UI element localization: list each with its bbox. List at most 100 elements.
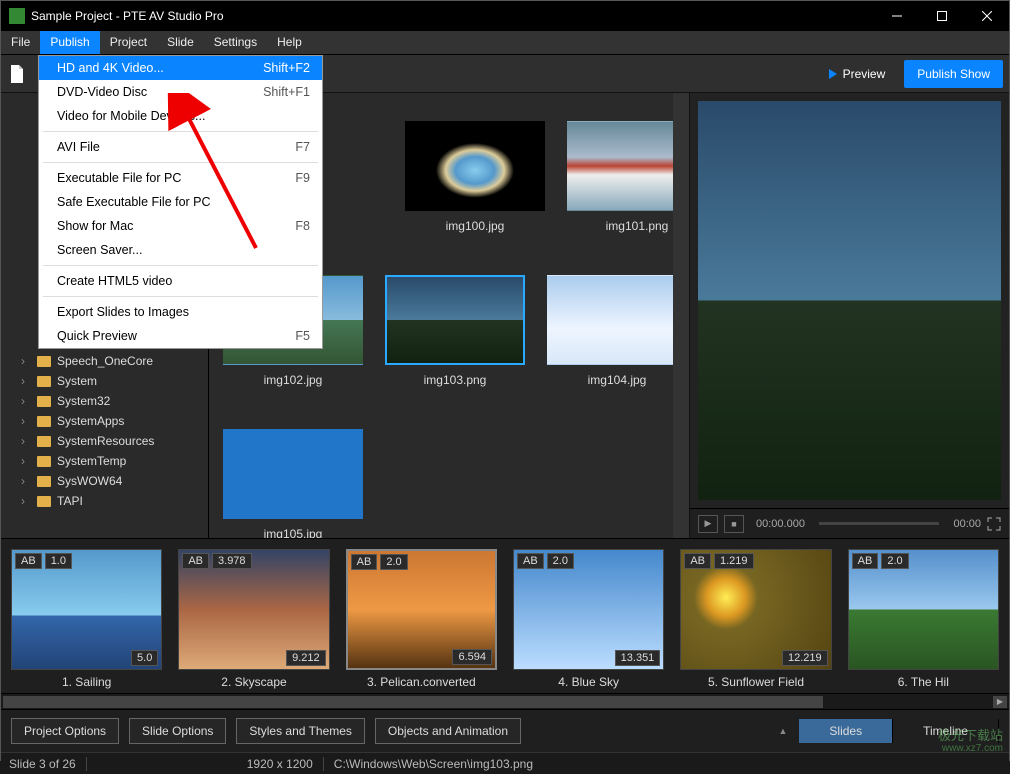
slide-card[interactable]: AB1.0 5.0 1. Sailing	[11, 549, 162, 689]
styles-themes-button[interactable]: Styles and Themes	[236, 718, 365, 744]
in-time-badge: 2.0	[547, 553, 574, 569]
menu-file[interactable]: File	[1, 31, 40, 54]
file-label: img103.png	[385, 373, 525, 387]
menu-slide[interactable]: Slide	[157, 31, 204, 54]
transition-badge: AB	[684, 553, 711, 569]
current-time: 00:00.000	[756, 518, 805, 530]
slide-caption: 3. Pelican.converted	[346, 675, 497, 689]
tab-slides[interactable]: Slides	[799, 719, 893, 743]
stop-button[interactable]: ■	[724, 515, 744, 533]
close-button[interactable]	[964, 1, 1009, 31]
transition-badge: AB	[517, 553, 544, 569]
project-options-button[interactable]: Project Options	[11, 718, 119, 744]
tree-item[interactable]: ›SysWOW64	[1, 471, 208, 491]
in-time-badge: 2.0	[881, 553, 908, 569]
tree-item[interactable]: ›SystemTemp	[1, 451, 208, 471]
play-button[interactable]: ▶	[698, 515, 718, 533]
menu-item[interactable]: DVD-Video DiscShift+F1	[39, 80, 322, 104]
menu-item[interactable]: Video for Mobile Devices...	[39, 104, 322, 128]
slide-caption: 1. Sailing	[11, 675, 162, 689]
transition-badge: AB	[15, 553, 42, 569]
slide-strip[interactable]: AB1.05.01. SailingAB3.9789.2122. Skyscap…	[1, 538, 1009, 693]
play-icon	[829, 69, 837, 79]
slide-strip-scrollbar[interactable]: ▶	[1, 693, 1009, 709]
maximize-button[interactable]	[919, 1, 964, 31]
menu-bar: FilePublishProjectSlideSettingsHelp	[1, 31, 1009, 55]
file-thumb[interactable]: img100.jpg	[405, 121, 545, 233]
duration-time: 00:00	[953, 518, 981, 530]
new-document-icon[interactable]	[7, 62, 27, 86]
status-slide-count: Slide 3 of 26	[9, 757, 87, 771]
folder-icon	[37, 396, 51, 407]
folder-icon	[37, 376, 51, 387]
publish-menu: HD and 4K Video...Shift+F2DVD-Video Disc…	[38, 55, 323, 349]
transition-badge: AB	[351, 554, 378, 570]
menu-project[interactable]: Project	[100, 31, 157, 54]
in-time-badge: 3.978	[212, 553, 252, 569]
menu-item[interactable]: Create HTML5 video	[39, 269, 322, 293]
tree-item[interactable]: ›Speech_OneCore	[1, 351, 208, 371]
transition-badge: AB	[852, 553, 879, 569]
menu-publish[interactable]: Publish	[40, 31, 99, 54]
minimize-button[interactable]	[874, 1, 919, 31]
in-time-badge: 1.219	[714, 553, 754, 569]
tree-item[interactable]: ›SystemApps	[1, 411, 208, 431]
seek-slider[interactable]	[819, 522, 940, 525]
menu-settings[interactable]: Settings	[204, 31, 267, 54]
status-dimensions: 1920 x 1200	[237, 757, 324, 771]
in-time-badge: 2.0	[380, 554, 407, 570]
slide-card[interactable]: AB2.0 6.594 3. Pelican.converted	[346, 549, 497, 689]
menu-item[interactable]: HD and 4K Video...Shift+F2	[39, 56, 322, 80]
file-thumb[interactable]: img103.png	[385, 275, 525, 387]
menu-item[interactable]: Show for MacF8	[39, 214, 322, 238]
title-bar: Sample Project - PTE AV Studio Pro	[1, 1, 1009, 31]
collapse-icon[interactable]: ▲	[778, 726, 787, 736]
folder-icon	[37, 456, 51, 467]
menu-item[interactable]: AVI FileF7	[39, 135, 322, 159]
publish-show-button[interactable]: Publish Show	[904, 60, 1003, 88]
duration-badge: 5.0	[131, 650, 158, 666]
watermark: 极光下载站 www.xz7.com	[938, 729, 1003, 754]
folder-icon	[37, 496, 51, 507]
file-thumb[interactable]: img104.jpg	[547, 275, 687, 387]
menu-item[interactable]: Safe Executable File for PC	[39, 190, 322, 214]
file-label: img102.jpg	[223, 373, 363, 387]
slide-card[interactable]: AB2.013.3514. Blue Sky	[513, 549, 664, 689]
bottom-toolbar: Project Options Slide Options Styles and…	[1, 709, 1009, 752]
menu-item[interactable]: Executable File for PCF9	[39, 166, 322, 190]
menu-item[interactable]: Screen Saver...	[39, 238, 322, 262]
preview-pane: ▶ ■ 00:00.000 00:00	[689, 93, 1009, 538]
file-label: img100.jpg	[405, 219, 545, 233]
status-bar: Slide 3 of 26 1920 x 1200 C:\Windows\Web…	[1, 752, 1009, 774]
fullscreen-icon[interactable]	[987, 517, 1001, 531]
in-time-badge: 1.0	[45, 553, 72, 569]
tree-item[interactable]: ›TAPI	[1, 491, 208, 511]
file-label: img101.png	[567, 219, 689, 233]
folder-icon	[37, 436, 51, 447]
menu-item[interactable]: Quick PreviewF5	[39, 324, 322, 348]
slide-card[interactable]: AB1.21912.2195. Sunflower Field	[680, 549, 831, 689]
transition-badge: AB	[182, 553, 209, 569]
tree-item[interactable]: ›SystemResources	[1, 431, 208, 451]
preview-button[interactable]: Preview	[818, 62, 897, 86]
file-thumb[interactable]: img105.jpg	[223, 429, 363, 538]
slide-options-button[interactable]: Slide Options	[129, 718, 226, 744]
file-thumb[interactable]: img101.png	[567, 121, 689, 233]
duration-badge: 6.594	[452, 649, 492, 665]
folder-icon	[37, 476, 51, 487]
file-label: img105.jpg	[223, 527, 363, 538]
objects-animation-button[interactable]: Objects and Animation	[375, 718, 521, 744]
file-label: img104.jpg	[547, 373, 687, 387]
menu-help[interactable]: Help	[267, 31, 312, 54]
slide-caption: 2. Skyscape	[178, 675, 329, 689]
publish-label: Publish Show	[917, 67, 990, 81]
filebrowser-scrollbar[interactable]	[673, 93, 689, 538]
tree-item[interactable]: ›System32	[1, 391, 208, 411]
tree-item[interactable]: ›System	[1, 371, 208, 391]
menu-item[interactable]: Export Slides to Images	[39, 300, 322, 324]
slide-card[interactable]: AB2.06. The Hil	[848, 549, 999, 689]
slide-card[interactable]: AB3.978 9.212 2. Skyscape	[178, 549, 329, 689]
duration-badge: 9.212	[286, 650, 326, 666]
folder-icon	[37, 356, 51, 367]
app-icon	[9, 8, 25, 24]
